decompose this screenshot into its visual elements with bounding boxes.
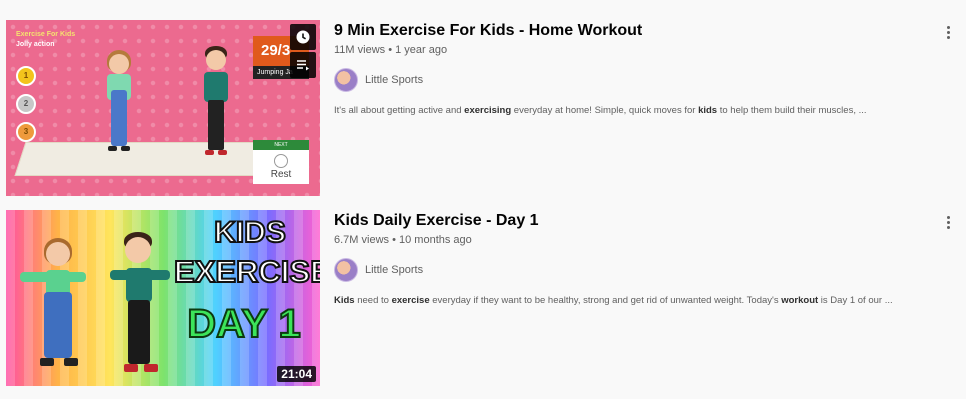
description-highlight: kids	[698, 105, 718, 116]
channel-avatar[interactable]	[334, 258, 358, 282]
queue-icon[interactable]	[290, 52, 316, 78]
description-highlight: exercise	[391, 295, 430, 306]
timer-dial-icon	[274, 154, 288, 168]
channel-avatar[interactable]	[334, 68, 358, 92]
description-text: is Day 1 of our ...	[818, 295, 893, 306]
channel-name[interactable]: Little Sports	[365, 264, 423, 276]
video-thumbnail[interactable]: Exercise For Kids Jolly action 1 2 3 29/…	[6, 20, 320, 196]
girl-character	[104, 50, 134, 158]
video-title[interactable]: Kids Daily Exercise - Day 1	[334, 210, 944, 232]
thumbnail-headline: KIDS	[213, 215, 287, 250]
video-description: Kids need to exercise everyday if they w…	[334, 293, 962, 309]
description-highlight: workout	[781, 295, 819, 306]
thumbnail-headline: EXERCISE	[173, 253, 320, 290]
video-description: It's all about getting active and exerci…	[334, 103, 962, 119]
description-text: to help them build their muscles, ...	[717, 105, 867, 116]
more-vert-icon[interactable]	[940, 22, 956, 42]
girl-character	[20, 236, 92, 376]
upload-age: 1 year ago	[395, 44, 448, 56]
description-text: It's all about getting active and	[334, 105, 465, 116]
description-highlight: Kids	[334, 295, 355, 306]
clock-icon[interactable]	[290, 24, 316, 50]
video-metadata: 6.7M views • 10 months ago	[334, 234, 472, 246]
upload-age: 10 months ago	[399, 234, 472, 246]
next-label: NEXT	[274, 142, 288, 148]
stage-floor	[14, 142, 278, 176]
thumbnail-headline: DAY 1	[186, 301, 301, 347]
description-text: need to	[354, 295, 392, 306]
video-info: 9 Min Exercise For Kids - Home Workout 1…	[334, 20, 944, 119]
video-metadata: 11M views • 1 year ago	[334, 44, 448, 56]
channel-name[interactable]: Little Sports	[365, 74, 423, 86]
view-count: 6.7M views	[334, 234, 390, 246]
description-text: everyday if they want to be healthy, str…	[429, 295, 782, 306]
video-thumbnail[interactable]: KIDS EXERCISE DAY 1 21:04	[6, 210, 320, 386]
round-badge: 3	[16, 122, 36, 142]
description-text: everyday at home! Simple, quick moves fo…	[511, 105, 699, 116]
round-badge: 2	[16, 94, 36, 114]
video-result[interactable]: KIDS EXERCISE DAY 1 21:04 Kids Daily Exe…	[6, 210, 962, 388]
view-count: 11M views	[334, 44, 386, 56]
round-badge: 1	[16, 66, 36, 86]
video-result[interactable]: Exercise For Kids Jolly action 1 2 3 29/…	[6, 20, 962, 198]
video-info: Kids Daily Exercise - Day 1 6.7M views •…	[334, 210, 944, 309]
description-highlight: exercising	[464, 105, 512, 116]
thumbnail-corner-title: Exercise For Kids Jolly action	[16, 31, 76, 48]
next-exercise-text: Rest	[270, 169, 292, 180]
channel-info[interactable]: Little Sports	[334, 258, 944, 282]
boy-character	[202, 46, 230, 158]
channel-info[interactable]: Little Sports	[334, 68, 944, 92]
video-title[interactable]: 9 Min Exercise For Kids - Home Workout	[334, 20, 944, 42]
more-vert-icon[interactable]	[940, 212, 956, 232]
video-duration: 21:04	[277, 366, 316, 382]
boy-character	[110, 232, 176, 378]
